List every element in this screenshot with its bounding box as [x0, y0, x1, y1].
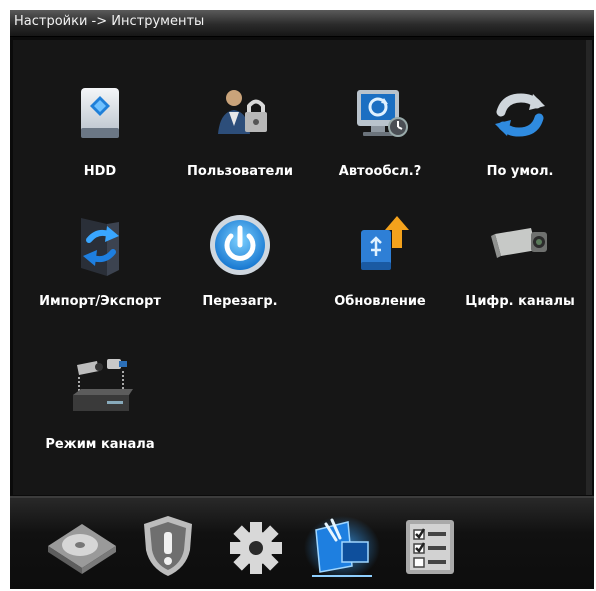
tool-label: HDD [83, 164, 117, 179]
tools-button[interactable] [302, 510, 382, 582]
tool-label: Автообсл.? [338, 164, 422, 179]
hdd-icon [67, 82, 133, 148]
import-export-icon [67, 212, 133, 278]
tool-auto-maintenance[interactable]: Автообсл.? [310, 82, 450, 212]
tool-restart[interactable]: Перезагр. [170, 212, 310, 342]
tools-panel: HDD Пользователи Автообсл.? По умол. Имп… [13, 40, 592, 495]
tool-channel-mode[interactable]: Режим канала [30, 355, 170, 485]
checklist-icon [406, 520, 454, 574]
upgrade-icon [347, 212, 413, 278]
tool-label: Импорт/Экспорт [39, 294, 161, 309]
tool-label: По умол. [486, 164, 554, 179]
alarm-button[interactable] [128, 510, 208, 582]
auto-maintenance-icon [347, 82, 413, 148]
tool-label: Перезагр. [202, 294, 278, 309]
gear-icon [230, 522, 282, 574]
tool-digital-channels[interactable]: Цифр. каналы [450, 212, 590, 342]
menu-bar-divider [10, 496, 594, 498]
tool-users[interactable]: Пользователи [170, 82, 310, 212]
tool-default[interactable]: По умол. [450, 82, 590, 212]
channel-mode-icon [67, 355, 133, 421]
tool-import-export[interactable]: Импорт/Экспорт [30, 212, 170, 342]
storage-button[interactable] [42, 510, 122, 582]
system-button[interactable] [216, 510, 296, 582]
settings-window: Настройки -> Инструменты HDD Пользовател… [10, 10, 594, 589]
digital-camera-icon [487, 212, 553, 278]
restore-defaults-icon [487, 82, 553, 148]
tool-hdd[interactable]: HDD [30, 82, 170, 212]
tool-label: Обновление [334, 294, 426, 309]
shield-warning-icon [144, 516, 192, 576]
main-menu-bar [10, 496, 594, 589]
tools-icon [304, 516, 380, 580]
tool-upgrade[interactable]: Обновление [310, 212, 450, 342]
restart-icon [207, 212, 273, 278]
info-button[interactable] [390, 510, 470, 582]
breadcrumb-title: Настройки -> Инструменты [14, 14, 205, 29]
tool-label: Режим канала [45, 437, 155, 452]
tool-label: Цифр. каналы [465, 294, 575, 309]
users-lock-icon [207, 82, 273, 148]
disk-icon [48, 524, 116, 574]
tool-label: Пользователи [186, 164, 294, 179]
title-bar: Настройки -> Инструменты [10, 10, 594, 37]
